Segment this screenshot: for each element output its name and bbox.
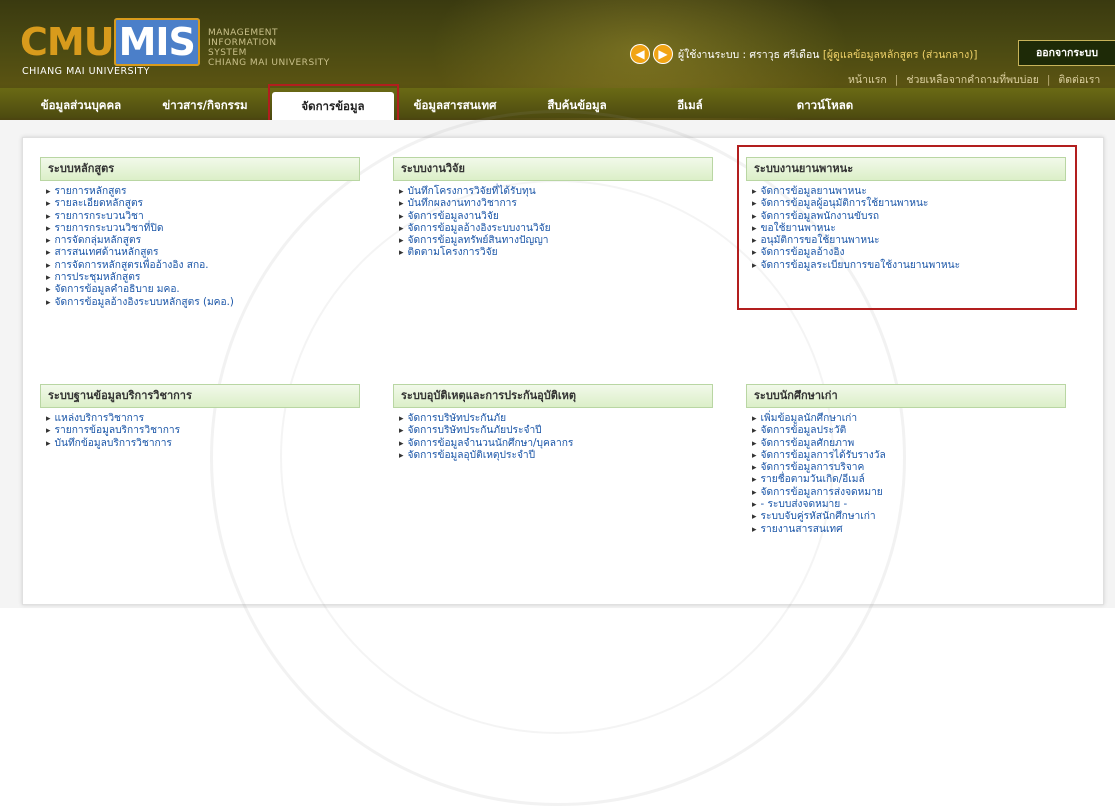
menu-link[interactable]: จัดการข้อมูลอุบัติเหตุประจำปี [399,450,713,462]
menu-link[interactable]: การประชุมหลักสูตร [46,272,360,284]
menu-link[interactable]: จัดการข้อมูลอ้างอิงระบบงานวิจัย [399,223,713,235]
menu-link[interactable]: จัดการข้อมูลการส่งจดหมาย [752,487,1066,499]
section-academic-service: ระบบฐานข้อมูลบริการวิชาการ แหล่งบริการวิ… [40,384,360,450]
home-link[interactable]: หน้าแรก [848,74,887,86]
section-accident-insurance: ระบบอุบัติเหตุและการประกันอุบัติเหตุ จัด… [393,384,713,462]
menu-link[interactable]: รายการหลักสูตร [46,186,360,198]
logo-mis-text: MIS [113,18,200,66]
section-alumni: ระบบนักศึกษาเก่า เพิ่มข้อมูลนักศึกษาเก่า… [746,384,1066,536]
back-arrow-icon[interactable]: ◀ [630,44,650,64]
menu-link[interactable]: บันทึกผลงานทางวิชาการ [399,198,713,210]
menu-link[interactable]: จัดการข้อมูลทรัพย์สินทางปัญญา [399,235,713,247]
tab-download[interactable]: ดาวน์โหลด [765,91,885,119]
vehicle-section-highlight [737,145,1077,310]
current-user: ผู้ใช้งานระบบ : ศราวุธ ศรีเดือน [ผู้ดูแล… [678,46,977,63]
menu-link[interactable]: จัดการข้อมูลอ้างอิงระบบหลักสูตร (มคอ.) [46,297,360,309]
tab-search[interactable]: สืบค้นข้อมูล [522,91,632,119]
menu-link[interactable]: บันทึกข้อมูลบริการวิชาการ [46,438,360,450]
section-curriculum: ระบบหลักสูตร รายการหลักสูตร รายละเอียดหล… [40,157,360,309]
contact-link[interactable]: ติดต่อเรา [1058,74,1100,86]
mis-description: MANAGEMENT INFORMATION SYSTEM CHIANG MAI… [208,28,330,68]
faq-link[interactable]: ช่วยเหลือจากคำถามที่พบบ่อย [906,74,1039,86]
tab-news-activities[interactable]: ข่าวสาร/กิจกรรม [150,91,260,119]
menu-link[interactable]: จัดการบริษัทประกันภัย [399,413,713,425]
logo-subtitle: CHIANG MAI UNIVERSITY [22,66,150,77]
menu-link[interactable]: รายชื่อตามวันเกิด/อีเมล์ [752,474,1066,486]
menu-link[interactable]: จัดการข้อมูลคำอธิบาย มคอ. [46,284,360,296]
menu-link[interactable]: แหล่งบริการวิชาการ [46,413,360,425]
tab-information[interactable]: ข้อมูลสารสนเทศ [400,91,510,119]
menu-link[interactable]: จัดการข้อมูลจำนวนนักศึกษา/บุคลากร [399,438,713,450]
active-tab-highlight [268,84,399,124]
menu-link[interactable]: รายละเอียดหลักสูตร [46,198,360,210]
section-title: ระบบหลักสูตร [40,157,360,181]
menu-link[interactable]: จัดการข้อมูลศักยภาพ [752,438,1066,450]
menu-link[interactable]: การจัดการหลักสูตรเพื่ออ้างอิง สกอ. [46,260,360,272]
menu-link[interactable]: รายการกระบวนวิชา [46,211,360,223]
menu-link[interactable]: จัดการบริษัทประกันภัยประจำปี [399,425,713,437]
section-link-list: จัดการบริษัทประกันภัย จัดการบริษัทประกัน… [393,413,713,462]
menu-link[interactable]: - ระบบส่งจดหมาย - [752,499,1066,511]
section-research: ระบบงานวิจัย บันทึกโครงการวิจัยที่ได้รับ… [393,157,713,260]
section-link-list: บันทึกโครงการวิจัยที่ได้รับทุน บันทึกผลง… [393,186,713,260]
section-link-list: เพิ่มข้อมูลนักศึกษาเก่า จัดการข้อมูลประว… [746,413,1066,536]
tab-personal-info[interactable]: ข้อมูลส่วนบุคคล [22,91,140,119]
menu-link[interactable]: เพิ่มข้อมูลนักศึกษาเก่า [752,413,1066,425]
menu-link[interactable]: จัดการข้อมูลประวัติ [752,425,1066,437]
section-link-list: รายการหลักสูตร รายละเอียดหลักสูตร รายการ… [40,186,360,309]
menu-link[interactable]: บันทึกโครงการวิจัยที่ได้รับทุน [399,186,713,198]
section-link-list: แหล่งบริการวิชาการ รายการข้อมูลบริการวิช… [40,413,360,450]
menu-link[interactable]: สารสนเทศด้านหลักสูตร [46,247,360,259]
section-title: ระบบงานวิจัย [393,157,713,181]
menu-link[interactable]: การจัดกลุ่มหลักสูตร [46,235,360,247]
top-links: หน้าแรก | ช่วยเหลือจากคำถามที่พบบ่อย | ติดต่… [848,74,1101,86]
menu-link[interactable]: จัดการข้อมูลการบริจาค [752,462,1066,474]
menu-link[interactable]: จัดการข้อมูลงานวิจัย [399,211,713,223]
user-role-link[interactable]: [ผู้ดูแลข้อมูลหลักสูตร (ส่วนกลาง)] [823,49,978,61]
logo-cmu-text: CMU [20,20,115,64]
menu-link[interactable]: รายงานสารสนเทศ [752,524,1066,536]
section-title: ระบบนักศึกษาเก่า [746,384,1066,408]
menu-link[interactable]: ติดตามโครงการวิจัย [399,247,713,259]
user-name: ผู้ใช้งานระบบ : ศราวุธ ศรีเดือน [678,49,823,61]
menu-link[interactable]: รายการกระบวนวิชาที่ปิด [46,223,360,235]
cmu-mis-logo[interactable]: CMU MIS CHIANG MAI UNIVERSITY [20,18,200,82]
history-nav: ◀ ▶ [630,43,676,64]
section-title: ระบบอุบัติเหตุและการประกันอุบัติเหตุ [393,384,713,408]
menu-link[interactable]: ระบบจับคู่รหัสนักศึกษาเก่า [752,511,1066,523]
menu-link[interactable]: จัดการข้อมูลการได้รับรางวัล [752,450,1066,462]
menu-link[interactable]: รายการข้อมูลบริการวิชาการ [46,425,360,437]
section-title: ระบบฐานข้อมูลบริการวิชาการ [40,384,360,408]
logout-button[interactable]: ออกจากระบบ [1018,40,1115,66]
tab-email[interactable]: อีเมล์ [650,91,730,119]
forward-arrow-icon[interactable]: ▶ [653,44,673,64]
